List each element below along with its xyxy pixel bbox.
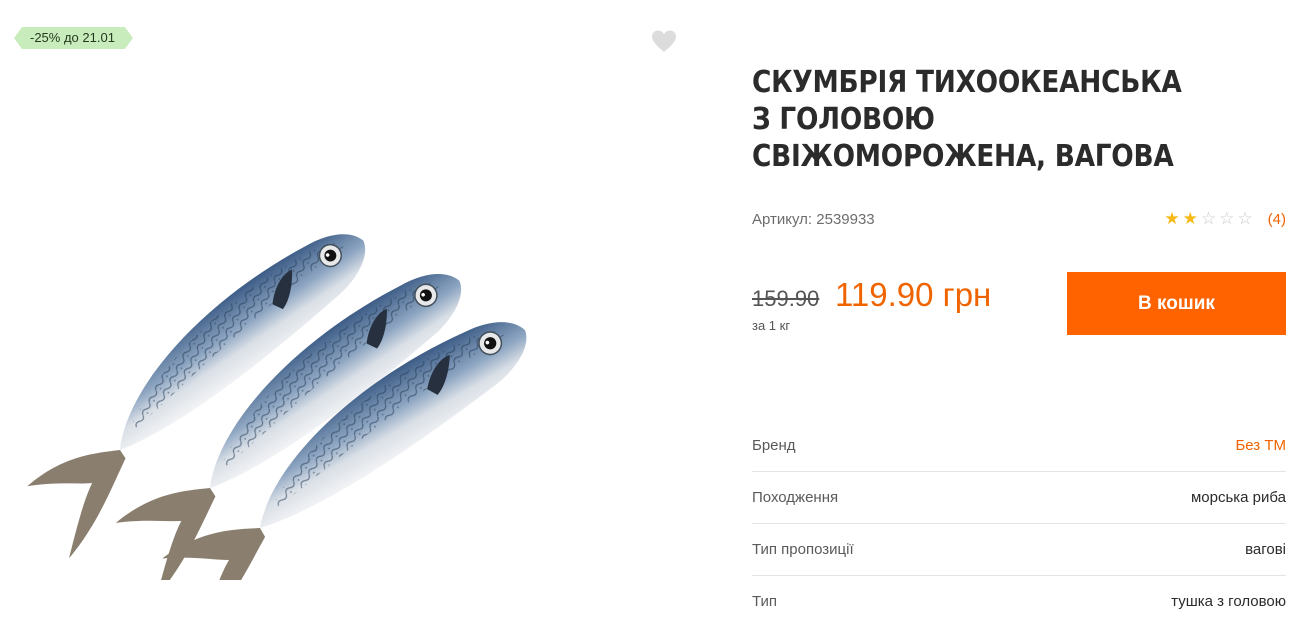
spec-row-type: Тип тушка з головою [752,576,1286,627]
specs-table: Бренд Без ТМ Походження морська риба Тип… [752,420,1286,627]
add-to-cart-button[interactable]: В кошик [1067,272,1286,335]
star-icon: ★ [1182,209,1198,228]
star-outline-icon: ☆ [1237,209,1253,228]
spec-row-offer-type: Тип пропозиції вагові [752,524,1286,576]
spec-value: тушка з головою [1171,593,1286,610]
product-gallery: -25% до 21.01 [0,0,700,627]
spec-value: вагові [1245,541,1286,558]
favorite-button[interactable] [650,28,678,54]
spec-row-brand: Бренд Без ТМ [752,420,1286,472]
product-details: СКУМБРІЯ ТИХООКЕАНСЬКА З ГОЛОВОЮ СВІЖОМО… [752,0,1286,627]
product-title: СКУМБРІЯ ТИХООКЕАНСЬКА З ГОЛОВОЮ СВІЖОМО… [752,65,1182,174]
price-unit: за 1 кг [752,318,791,333]
heart-icon [652,30,676,52]
product-sku: Артикул: 2539933 [752,211,875,228]
brand-link[interactable]: Без ТМ [1235,437,1286,454]
star-icon: ★ [1164,209,1180,228]
spec-label: Тип [752,593,778,610]
spec-value: морська риба [1190,489,1286,506]
spec-row-origin: Походження морська риба [752,472,1286,524]
old-price: 159.90 [752,286,820,311]
product-rating[interactable]: ★ ★ ☆ ☆ ☆ (4) [1164,209,1286,229]
star-outline-icon: ☆ [1200,209,1217,228]
star-outline-icon: ☆ [1219,209,1235,228]
spec-label: Походження [752,489,839,506]
product-image[interactable] [15,170,695,580]
promo-badge: -25% до 21.01 [14,27,133,49]
spec-label: Тип пропозиції [752,541,854,558]
current-price: 119.90 грн [835,276,992,313]
spec-label: Бренд [752,437,796,454]
review-count-link[interactable]: (4) [1268,211,1286,228]
